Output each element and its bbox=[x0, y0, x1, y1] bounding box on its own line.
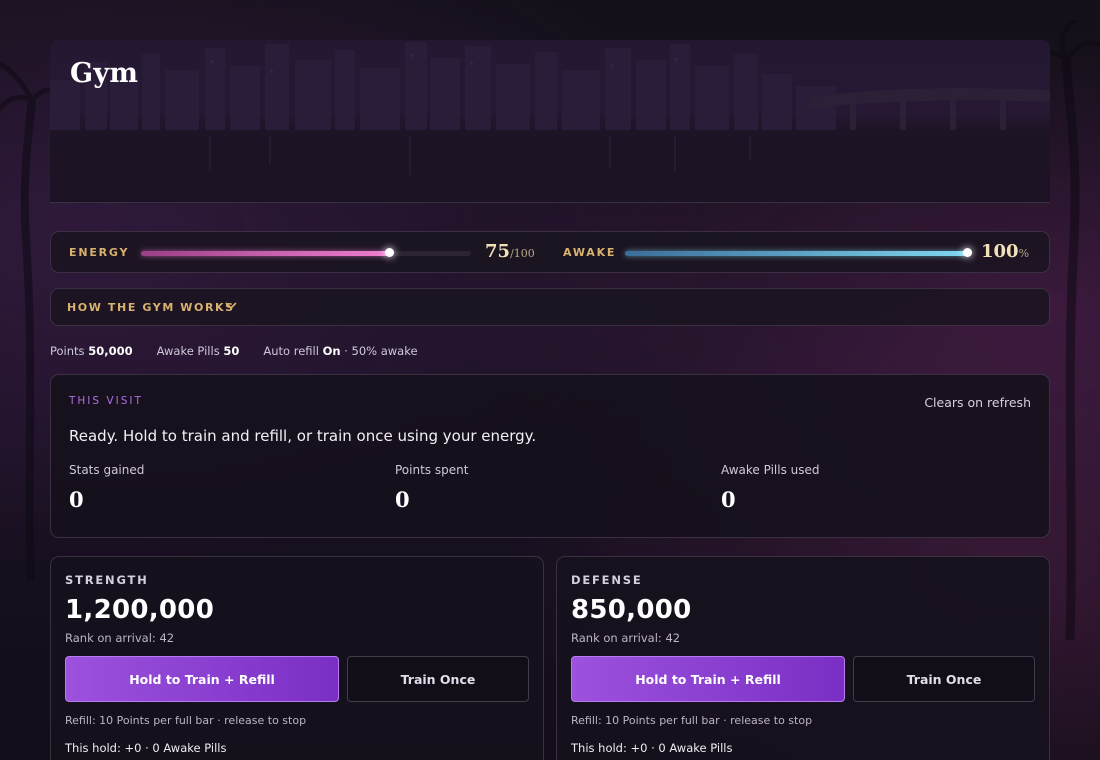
refill-note: Refill: 10 Points per full bar · release… bbox=[65, 714, 307, 727]
stats-gained-value: 0 bbox=[69, 487, 84, 512]
points-value: 50,000 bbox=[88, 344, 133, 358]
visit-status-message: Ready. Hold to train and refill, or trai… bbox=[69, 427, 537, 445]
hero-banner: Gym bbox=[50, 40, 1050, 203]
energy-label: ENERGY bbox=[69, 246, 130, 259]
energy-meter bbox=[141, 248, 471, 257]
refill-note: Refill: 10 Points per full bar · release… bbox=[571, 714, 813, 727]
auto-refill-label: Auto refill bbox=[263, 344, 319, 358]
pills-label: Awake Pills bbox=[156, 344, 220, 358]
points-spent-label: Points spent bbox=[395, 463, 469, 477]
pills-used: Awake Pills used 0 bbox=[721, 463, 820, 512]
energy-meter-fill bbox=[141, 251, 389, 256]
awake-meter bbox=[625, 248, 972, 257]
hold-to-train-button[interactable]: Hold to Train + Refill bbox=[65, 656, 339, 702]
stats-gained: Stats gained 0 bbox=[69, 463, 144, 512]
how-gym-works-toggle[interactable]: HOW THE GYM WORKS bbox=[50, 288, 1050, 326]
stat-card-value: 850,000 bbox=[571, 595, 692, 625]
hold-to-train-button[interactable]: Hold to Train + Refill bbox=[571, 656, 845, 702]
gym-page: Gym ENERGY 75/100 AWAKE 100% HOW THE GYM… bbox=[50, 40, 1050, 760]
auto-refill-suffix: · 50% awake bbox=[344, 344, 418, 358]
awake-value-unit: % bbox=[1018, 247, 1030, 260]
chevron-down-icon bbox=[225, 302, 237, 310]
pills-used-value: 0 bbox=[721, 487, 736, 512]
clears-on-refresh-note: Clears on refresh bbox=[924, 395, 1031, 410]
meters-bar: ENERGY 75/100 AWAKE 100% bbox=[50, 231, 1050, 273]
city-skyline-illustration bbox=[50, 42, 1050, 202]
points-summary: Points 50,000 bbox=[50, 344, 133, 360]
auto-refill-summary: Auto refill On · 50% awake bbox=[263, 344, 417, 360]
points-spent-value: 0 bbox=[395, 487, 410, 512]
energy-value: 75/100 bbox=[485, 241, 535, 262]
energy-value-number: 75 bbox=[485, 241, 511, 262]
this-visit-tag: THIS VISIT bbox=[69, 395, 143, 407]
auto-refill-value: On bbox=[322, 344, 341, 358]
awake-meter-fill bbox=[625, 251, 967, 256]
stat-card-rank: Rank on arrival: 42 bbox=[65, 631, 175, 645]
stats-gained-label: Stats gained bbox=[69, 463, 145, 477]
points-spent: Points spent 0 bbox=[395, 463, 468, 512]
hold-summary: This hold: +0 · 0 Awake Pills bbox=[571, 741, 733, 755]
awake-value: 100% bbox=[981, 241, 1029, 262]
awake-value-number: 100 bbox=[981, 241, 1019, 262]
points-label: Points bbox=[50, 344, 85, 358]
pills-value: 50 bbox=[223, 344, 240, 358]
resource-summary: Points 50,000 Awake Pills 50 Auto refill… bbox=[50, 344, 1050, 360]
energy-meter-knob bbox=[384, 248, 394, 257]
awake-label: AWAKE bbox=[563, 246, 617, 259]
how-gym-works-label: HOW THE GYM WORKS bbox=[67, 301, 235, 314]
stat-card-title: DEFENSE bbox=[571, 573, 643, 587]
stat-card-value: 1,200,000 bbox=[65, 595, 215, 625]
stat-card-title: STRENGTH bbox=[65, 573, 149, 587]
defense-card: DEFENSE 850,000 Rank on arrival: 42 Hold… bbox=[556, 556, 1050, 760]
hold-summary: This hold: +0 · 0 Awake Pills bbox=[65, 741, 227, 755]
train-once-button[interactable]: Train Once bbox=[853, 656, 1035, 702]
strength-card: STRENGTH 1,200,000 Rank on arrival: 42 H… bbox=[50, 556, 544, 760]
awake-meter-knob bbox=[963, 248, 972, 257]
pills-used-label: Awake Pills used bbox=[721, 463, 820, 477]
energy-value-max: /100 bbox=[510, 247, 535, 260]
pills-summary: Awake Pills 50 bbox=[157, 344, 240, 360]
train-once-button[interactable]: Train Once bbox=[347, 656, 529, 702]
stat-cards: STRENGTH 1,200,000 Rank on arrival: 42 H… bbox=[50, 556, 1050, 760]
this-visit-panel: THIS VISIT Clears on refresh Ready. Hold… bbox=[50, 374, 1050, 538]
stat-card-rank: Rank on arrival: 42 bbox=[571, 631, 681, 645]
page-title: Gym bbox=[70, 58, 139, 89]
